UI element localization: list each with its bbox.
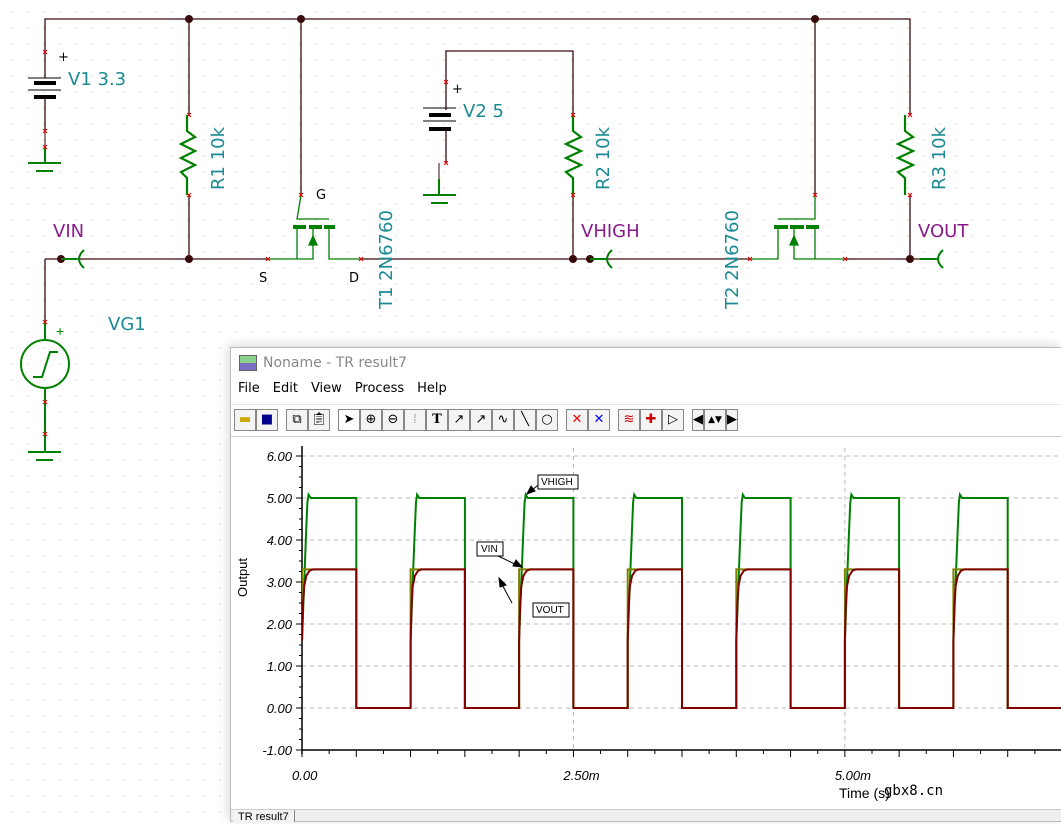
- transient-chart[interactable]: 6.005.004.003.002.001.000.00-1.000.00 2.5…: [231, 437, 1061, 811]
- y-axis-label: Output: [235, 558, 250, 597]
- curve-label-icon[interactable]: ↗: [448, 408, 470, 431]
- x-tick-label: 0.00: [292, 768, 318, 783]
- node-vhigh-label: VHIGH: [581, 221, 640, 242]
- menu-file[interactable]: File: [238, 381, 260, 396]
- t2-label: T2 2N6760: [722, 210, 743, 310]
- plot-area[interactable]: 6.00 5.00 4.00 3.00 2.00 1.00 0.00 -1.00 0.00 2.5…: [231, 436, 1061, 810]
- add-probe-icon[interactable]: ✚: [640, 408, 662, 431]
- menu-bar: File Edit View Process Help: [231, 378, 1061, 399]
- text-icon[interactable]: T: [426, 408, 448, 431]
- left-arrow-icon[interactable]: ◀: [692, 408, 704, 431]
- watermark: gbx8.cn: [884, 783, 944, 799]
- save-icon[interactable]: ■: [256, 408, 278, 431]
- annotation-vout[interactable]: VOUT: [536, 605, 564, 616]
- zoom-in-icon[interactable]: ⊕: [360, 408, 382, 431]
- y-tick-label: 4.00: [267, 533, 293, 548]
- series-vout: [302, 568, 1061, 709]
- cursor-b-icon[interactable]: ✕: [588, 408, 610, 431]
- voltage-generator-vg1[interactable]: +: [20, 322, 70, 461]
- wires: [44, 18, 920, 322]
- menu-help[interactable]: Help: [417, 381, 447, 396]
- r2-label: R2 10k: [593, 126, 614, 190]
- annotation-vin[interactable]: VIN: [481, 544, 498, 555]
- node-vin-label: VIN: [53, 221, 84, 242]
- tr-result-window[interactable]: Noname - TR result7 File Edit View Proce…: [230, 347, 1061, 823]
- r3-label: R3 10k: [929, 126, 950, 190]
- t1-label: T1 2N6760: [376, 210, 397, 310]
- menu-edit[interactable]: Edit: [273, 381, 298, 396]
- vg1-label: VG1: [108, 314, 146, 335]
- battery-v2[interactable]: + V2 5: [423, 82, 504, 204]
- y-tick-label: 0.00: [267, 701, 293, 716]
- node-vout-connector[interactable]: [920, 249, 944, 269]
- paste-icon[interactable]: 📋︎: [308, 408, 330, 431]
- plus-sign: +: [452, 82, 463, 97]
- plus-sign: +: [56, 323, 64, 339]
- right-arrow-icon[interactable]: ▶: [726, 408, 738, 431]
- up-down-arrow-icon[interactable]: ▲▼: [704, 408, 726, 431]
- resistor-r2[interactable]: [563, 115, 584, 195]
- mosfet-t1[interactable]: [268, 194, 361, 260]
- toolbar: ▬ ■ ⧉ 📋︎ ➤ ⊕ ⊖ ⁞ T ↗ ↗ ∿ ╲ ○ ✕ ✕ ≋ ✚ ▷ ◀…: [231, 404, 1061, 434]
- window-title: Noname - TR result7: [263, 355, 407, 371]
- grid-icon[interactable]: ⁞: [404, 408, 426, 431]
- mosfet-t2[interactable]: [750, 195, 845, 260]
- tab-strip: TR result7: [231, 809, 1061, 823]
- y-tick-label: 1.00: [267, 659, 293, 674]
- y-tick-label: 6.00: [267, 449, 293, 464]
- r1-label: R1 10k: [208, 126, 229, 190]
- pointer-icon[interactable]: ➤: [338, 408, 360, 431]
- x-axis-label: Time (s): [839, 785, 890, 801]
- battery-v1[interactable]: + V1 3.3: [28, 50, 126, 172]
- open-icon[interactable]: ▬: [234, 408, 256, 431]
- resistor-r1[interactable]: [178, 115, 198, 195]
- y-tick-label: 2.00: [266, 617, 293, 632]
- cursor-a-icon[interactable]: ✕: [566, 408, 588, 431]
- v1-label: V1 3.3: [68, 69, 126, 90]
- pin-s-label: S: [259, 271, 267, 286]
- tab-tr-result7[interactable]: TR result7: [233, 810, 295, 823]
- y-tick-label: 5.00: [267, 491, 293, 506]
- resistor-r3[interactable]: [895, 115, 916, 195]
- marker-icon[interactable]: ▷: [662, 408, 684, 431]
- v2-label: V2 5: [463, 101, 504, 122]
- pin-d-label: D: [349, 271, 359, 286]
- circle-icon[interactable]: ○: [536, 408, 558, 431]
- line-icon[interactable]: ╲: [514, 408, 536, 431]
- copy-icon[interactable]: ⧉: [286, 408, 308, 431]
- plus-sign: +: [58, 50, 69, 65]
- annotation-vhigh[interactable]: VHIGH: [541, 477, 573, 488]
- curve-query-icon[interactable]: ↗: [470, 408, 492, 431]
- curve-formula-icon[interactable]: ∿: [492, 408, 514, 431]
- add-curve-icon[interactable]: ≋: [618, 408, 640, 431]
- menu-view[interactable]: View: [311, 381, 342, 396]
- menu-process[interactable]: Process: [355, 381, 404, 396]
- zoom-100-icon[interactable]: ⊖: [382, 408, 404, 431]
- app-icon: [239, 355, 257, 371]
- x-tick-label: 2.50m: [562, 768, 599, 783]
- node-vout-label: VOUT: [918, 221, 969, 242]
- pin-g-label: G: [316, 188, 326, 203]
- y-tick-label: -1.00: [262, 743, 292, 758]
- y-tick-label: 3.00: [267, 575, 293, 590]
- title-bar[interactable]: Noname - TR result7: [231, 348, 1061, 378]
- x-tick-label: 5.00m: [835, 768, 871, 783]
